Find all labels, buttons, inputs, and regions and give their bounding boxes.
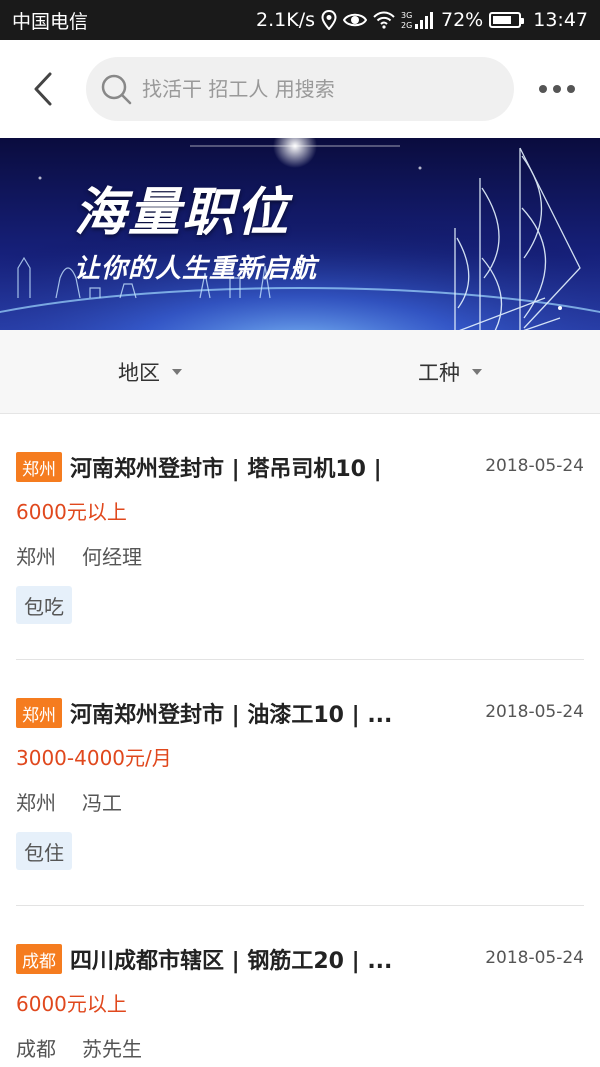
- city-tag: 郑州: [16, 452, 62, 482]
- job-location: 郑州: [16, 791, 56, 815]
- job-date: 2018-05-24: [485, 456, 584, 476]
- status-bar: 中国电信 2.1K/s 3G 2G 72% 13:47: [0, 0, 600, 40]
- job-meta: 郑州 何经理: [16, 541, 142, 570]
- filter-bar: 地区 工种: [0, 330, 600, 414]
- job-title: 河南郑州登封市 | 油漆工10 | ...: [70, 703, 393, 728]
- carrier-label: 中国电信: [12, 10, 89, 33]
- job-meta: 郑州 冯工: [16, 787, 122, 816]
- search-input[interactable]: [142, 77, 482, 101]
- filter-region-label: 地区: [118, 360, 160, 385]
- benefit-tag: 包吃: [16, 586, 72, 624]
- divider: [16, 659, 584, 660]
- battery-fill: [493, 16, 511, 24]
- battery-percent: 72%: [441, 9, 484, 31]
- filter-job-type-dropdown[interactable]: 工种: [300, 330, 600, 413]
- banner-subtitle: 让你的人生重新启航: [74, 254, 318, 284]
- caret-down-icon: [172, 368, 182, 375]
- promo-banner[interactable]: 海量职位 让你的人生重新启航: [0, 138, 600, 330]
- battery-icon: [489, 12, 525, 28]
- job-location: 成都: [16, 1037, 56, 1061]
- more-button[interactable]: [514, 40, 600, 138]
- banner-title: 海量职位: [74, 183, 291, 243]
- job-meta: 成都 苏先生: [16, 1033, 142, 1062]
- status-left: 中国电信: [12, 7, 88, 34]
- job-title-row: 郑州 河南郑州登封市 | 塔吊司机10 | 2018-05-24: [16, 450, 584, 484]
- city-tag: 郑州: [16, 698, 62, 728]
- status-right: 2.1K/s 3G 2G 72% 13:47: [256, 9, 588, 31]
- job-salary: 6000元以上: [16, 500, 127, 524]
- job-contact: 苏先生: [82, 1037, 142, 1061]
- job-title-row: 成都 四川成都市辖区 | 钢筋工20 | ... 2018-05-24: [16, 942, 584, 976]
- svg-text:2G: 2G: [401, 21, 412, 30]
- filter-region-dropdown[interactable]: 地区: [0, 330, 300, 413]
- job-date: 2018-05-24: [485, 948, 584, 968]
- job-salary: 6000元以上: [16, 992, 127, 1016]
- job-date: 2018-05-24: [485, 702, 584, 722]
- job-card[interactable]: 成都 四川成都市辖区 | 钢筋工20 | ... 2018-05-24 6000…: [16, 942, 584, 1067]
- nav-bar: [0, 40, 600, 138]
- location-icon: [321, 10, 337, 30]
- job-title: 河南郑州登封市 | 塔吊司机10 |: [70, 457, 382, 482]
- job-card[interactable]: 郑州 河南郑州登封市 | 塔吊司机10 | 2018-05-24 6000元以上…: [16, 450, 584, 630]
- job-salary: 3000-4000元/月: [16, 746, 172, 770]
- divider: [16, 905, 584, 906]
- more-dots-icon: [539, 85, 575, 93]
- clock: 13:47: [533, 9, 588, 31]
- caret-down-icon: [472, 368, 482, 375]
- job-title-row: 郑州 河南郑州登封市 | 油漆工10 | ... 2018-05-24: [16, 696, 584, 730]
- svg-text:3G: 3G: [401, 11, 412, 20]
- signal-icon: 3G 2G: [401, 11, 433, 30]
- job-card[interactable]: 郑州 河南郑州登封市 | 油漆工10 | ... 2018-05-24 3000…: [16, 696, 584, 876]
- net-speed: 2.1K/s: [256, 9, 315, 31]
- job-location: 郑州: [16, 545, 56, 569]
- job-title: 四川成都市辖区 | 钢筋工20 | ...: [70, 949, 393, 974]
- job-contact: 冯工: [82, 791, 122, 815]
- benefit-tag: 包住: [16, 832, 72, 870]
- job-contact: 何经理: [82, 545, 142, 569]
- eye-icon: [343, 13, 367, 27]
- wifi-icon: [373, 11, 395, 29]
- search-box[interactable]: [86, 57, 514, 121]
- search-icon: [101, 74, 132, 105]
- back-button[interactable]: [0, 40, 86, 138]
- city-tag: 成都: [16, 944, 62, 974]
- filter-job-type-label: 工种: [418, 360, 460, 385]
- chevron-left-icon: [34, 72, 52, 106]
